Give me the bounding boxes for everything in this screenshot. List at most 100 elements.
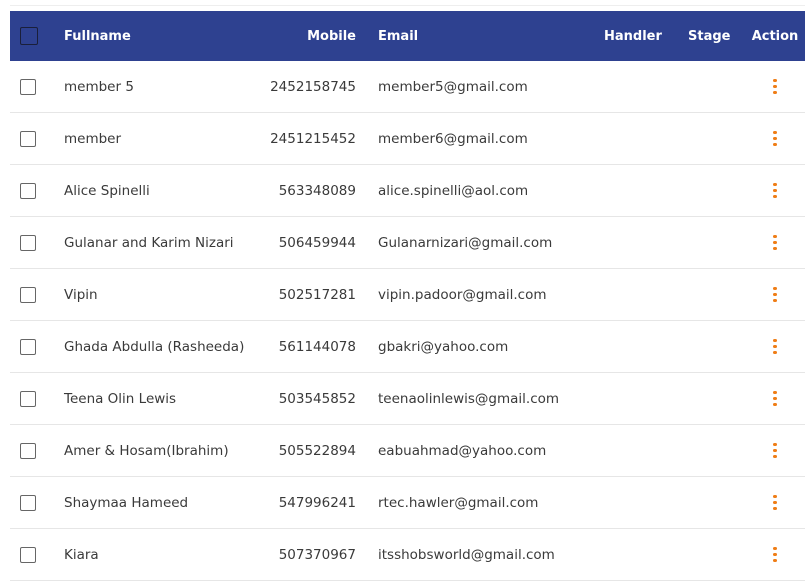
top-strip	[0, 0, 811, 11]
table-header: Fullname Mobile Email Handler Stage Acti…	[10, 11, 805, 61]
email-cell: itsshobsworld@gmail.com	[378, 546, 555, 563]
action-cell	[750, 269, 800, 320]
row-checkbox[interactable]	[20, 546, 36, 563]
fullname-cell: Teena Olin Lewis	[64, 390, 177, 407]
more-vertical-icon[interactable]	[769, 441, 781, 461]
column-header-stage[interactable]: Stage	[688, 11, 738, 61]
fullname-cell: member 5	[64, 78, 134, 95]
kebab-dot	[773, 79, 777, 83]
more-vertical-icon[interactable]	[769, 233, 781, 253]
table-row[interactable]: Ghada Abdulla (Rasheeda) 561144078 gbakr…	[10, 321, 805, 373]
more-vertical-icon[interactable]	[769, 493, 781, 513]
table-row[interactable]: Shaymaa Hameed 547996241 rtec.hawler@gma…	[10, 477, 805, 529]
more-vertical-icon[interactable]	[769, 129, 781, 149]
stage-cell	[688, 425, 738, 476]
action-cell	[750, 61, 800, 112]
column-header-email[interactable]: Email	[378, 11, 598, 61]
mobile-cell: 561144078	[278, 338, 356, 355]
kebab-dot	[773, 454, 777, 458]
email-cell: Gulanarnizari@gmail.com	[378, 234, 553, 251]
kebab-dot	[773, 287, 777, 291]
row-checkbox[interactable]	[20, 130, 36, 147]
action-cell	[750, 113, 800, 164]
kebab-dot	[773, 344, 777, 349]
handler-cell	[604, 269, 664, 320]
row-checkbox-cell	[20, 321, 40, 372]
kebab-dot	[773, 448, 777, 453]
stage-cell	[688, 529, 738, 580]
fullname-cell: member	[64, 130, 122, 147]
table-row[interactable]: Amer & Hosam(Ibrahim) 505522894 eabuahma…	[10, 425, 805, 477]
row-checkbox[interactable]	[20, 390, 36, 407]
column-header-mobile[interactable]: Mobile	[260, 11, 356, 61]
kebab-dot	[773, 292, 777, 297]
row-checkbox[interactable]	[20, 494, 36, 511]
select-all-cell	[20, 11, 40, 61]
row-checkbox[interactable]	[20, 234, 36, 251]
handler-cell	[604, 61, 664, 112]
email-cell: member5@gmail.com	[378, 78, 528, 95]
kebab-dot	[773, 500, 777, 505]
mobile-cell: 506459944	[278, 234, 356, 251]
kebab-dot	[773, 339, 777, 343]
row-checkbox[interactable]	[20, 182, 36, 199]
table-row[interactable]: Teena Olin Lewis 503545852 teenaolinlewi…	[10, 373, 805, 425]
kebab-dot	[773, 547, 777, 551]
email-cell: teenaolinlewis@gmail.com	[378, 390, 560, 407]
mobile-cell: 507370967	[278, 546, 356, 563]
row-checkbox-cell	[20, 425, 40, 476]
select-all-checkbox[interactable]	[20, 27, 38, 45]
mobile-cell: 503545852	[278, 390, 356, 407]
mobile-cell: 547996241	[278, 494, 356, 511]
row-checkbox[interactable]	[20, 442, 36, 459]
fullname-cell: Kiara	[64, 546, 99, 563]
column-header-handler[interactable]: Handler	[604, 11, 664, 61]
row-checkbox[interactable]	[20, 338, 36, 355]
more-vertical-icon[interactable]	[769, 545, 781, 565]
kebab-dot	[773, 240, 777, 245]
table-row[interactable]: Vipin 502517281 vipin.padoor@gmail.com	[10, 269, 805, 321]
row-checkbox[interactable]	[20, 286, 36, 303]
kebab-dot	[773, 194, 777, 198]
action-cell	[750, 425, 800, 476]
row-checkbox-cell	[20, 217, 40, 268]
more-vertical-icon[interactable]	[769, 285, 781, 305]
handler-cell	[604, 321, 664, 372]
row-checkbox-cell	[20, 269, 40, 320]
stage-cell	[688, 165, 738, 216]
more-vertical-icon[interactable]	[769, 181, 781, 201]
kebab-dot	[773, 131, 777, 135]
kebab-dot	[773, 183, 777, 187]
handler-cell	[604, 373, 664, 424]
action-cell	[750, 477, 800, 528]
handler-cell	[604, 217, 664, 268]
kebab-dot	[773, 246, 777, 250]
table-row[interactable]: member 5 2452158745 member5@gmail.com	[10, 61, 805, 113]
table-row[interactable]: member 2451215452 member6@gmail.com	[10, 113, 805, 165]
table-row[interactable]: Gulanar and Karim Nizari 506459944 Gulan…	[10, 217, 805, 269]
more-vertical-icon[interactable]	[769, 77, 781, 97]
email-cell: alice.spinelli@aol.com	[378, 182, 529, 199]
more-vertical-icon[interactable]	[769, 337, 781, 357]
row-checkbox-cell	[20, 373, 40, 424]
table-row[interactable]: Kiara 507370967 itsshobsworld@gmail.com	[10, 529, 805, 581]
handler-cell	[604, 113, 664, 164]
kebab-dot	[773, 298, 777, 302]
fullname-cell: Shaymaa Hameed	[64, 494, 189, 511]
handler-cell	[604, 425, 664, 476]
column-header-fullname[interactable]: Fullname	[64, 11, 274, 61]
email-cell: vipin.padoor@gmail.com	[378, 286, 547, 303]
stage-cell	[688, 61, 738, 112]
stage-cell	[688, 269, 738, 320]
row-checkbox-cell	[20, 113, 40, 164]
members-table: Fullname Mobile Email Handler Stage Acti…	[10, 11, 805, 581]
fullname-cell: Amer & Hosam(Ibrahim)	[64, 442, 229, 459]
row-checkbox[interactable]	[20, 78, 36, 95]
more-vertical-icon[interactable]	[769, 389, 781, 409]
kebab-dot	[773, 188, 777, 193]
kebab-dot	[773, 84, 777, 89]
fullname-cell: Ghada Abdulla (Rasheeda)	[64, 338, 245, 355]
action-cell	[750, 373, 800, 424]
table-row[interactable]: Alice Spinelli 563348089 alice.spinelli@…	[10, 165, 805, 217]
stage-cell	[688, 373, 738, 424]
